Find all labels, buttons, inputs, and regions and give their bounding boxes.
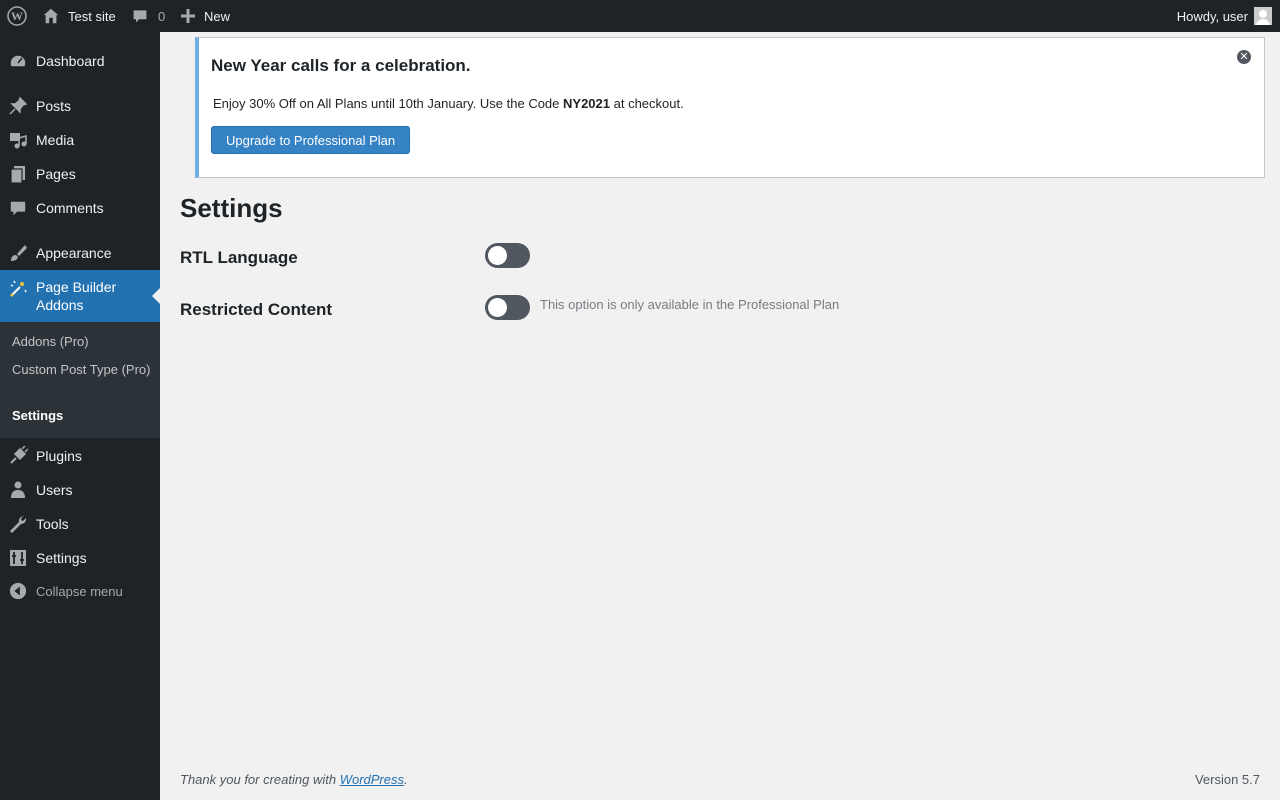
sidebar-item-comments[interactable]: Comments <box>0 191 160 225</box>
sidebar-item-label: Comments <box>36 200 104 216</box>
sidebar-item-label: Appearance <box>36 245 112 261</box>
sidebar-item-label: Users <box>36 482 73 498</box>
media-icon <box>8 130 28 150</box>
site-name-link[interactable]: Test site <box>42 0 116 32</box>
collapse-menu-button[interactable]: Collapse menu <box>0 574 160 608</box>
page-builder-submenu: Addons (Pro) Custom Post Type (Pro) Sett… <box>0 322 160 438</box>
svg-text:W: W <box>11 9 23 23</box>
comment-icon <box>8 198 28 218</box>
sidebar-item-plugins[interactable]: Plugins <box>0 439 160 473</box>
magic-wand-icon <box>8 278 28 298</box>
new-label: New <box>204 8 231 24</box>
wordpress-logo-icon[interactable]: W <box>0 0 34 32</box>
sidebar-item-label: Dashboard <box>36 53 105 69</box>
notice-text-after: at checkout. <box>610 96 684 111</box>
collapse-icon <box>8 581 28 601</box>
restricted-content-toggle[interactable] <box>485 295 530 320</box>
wrench-icon <box>8 514 28 534</box>
promo-code: NY2021 <box>563 96 610 111</box>
page-title: Settings <box>180 193 283 223</box>
footer-thanks: Thank you for creating with WordPress. <box>180 772 408 787</box>
sidebar-item-label: Posts <box>36 98 72 114</box>
notice-text: Enjoy 30% Off on All Plans until 10th Ja… <box>213 96 684 111</box>
comment-icon <box>132 8 148 24</box>
avatar <box>1254 7 1272 25</box>
pro-only-note: This option is only available in the Pro… <box>540 297 840 312</box>
sidebar-item-dashboard[interactable]: Dashboard <box>0 44 160 78</box>
notice-text-before: Enjoy 30% Off on All Plans until 10th Ja… <box>213 96 564 111</box>
sidebar-item-page-builder-addons[interactable]: Page Builder Addons <box>0 270 160 322</box>
notice-title: New Year calls for a celebration. <box>211 56 471 75</box>
sidebar-item-label: Pages <box>36 166 76 182</box>
rtl-language-toggle[interactable] <box>485 243 530 268</box>
brush-icon <box>8 243 28 263</box>
submenu-item-addons-pro[interactable]: Addons (Pro) <box>12 333 152 351</box>
plus-icon <box>181 9 195 23</box>
home-icon <box>42 7 60 25</box>
footer-thanks-suffix: . <box>404 772 408 787</box>
new-content-link[interactable]: New <box>181 0 230 32</box>
comments-count: 0 <box>158 8 166 24</box>
collapse-menu-label: Collapse menu <box>36 583 123 599</box>
submenu-item-settings[interactable]: Settings <box>12 407 152 425</box>
upgrade-button[interactable]: Upgrade to Professional Plan <box>211 126 411 154</box>
howdy-text: Howdy, user <box>1176 8 1248 24</box>
account-menu[interactable]: Howdy, user <box>1177 0 1272 32</box>
wordpress-link[interactable]: WordPress <box>340 772 404 787</box>
comments-link[interactable]: 0 <box>132 0 165 32</box>
settings-icon <box>8 548 28 568</box>
site-name: Test site <box>68 8 116 24</box>
footer-version: Version 5.7 <box>1194 772 1260 787</box>
sidebar-item-label: Settings <box>36 550 87 566</box>
pin-icon <box>8 96 28 116</box>
submenu-item-custom-post-type[interactable]: Custom Post Type (Pro) <box>12 361 152 379</box>
sidebar-item-label: Media <box>36 132 75 148</box>
sidebar-item-label: Plugins <box>36 448 82 464</box>
sidebar-item-media[interactable]: Media <box>0 123 160 157</box>
admin-sidebar: Dashboard Posts Media Pages Comments App… <box>0 32 160 800</box>
sidebar-item-tools[interactable]: Tools <box>0 507 160 541</box>
dismiss-notice-close-icon[interactable]: ✕ <box>1237 50 1251 64</box>
admin-bar: W Test site 0 New Howdy, user <box>0 0 1280 32</box>
sidebar-item-settings[interactable]: Settings <box>0 541 160 575</box>
sidebar-item-posts[interactable]: Posts <box>0 89 160 123</box>
promo-notice: New Year calls for a celebration. Enjoy … <box>195 37 1265 178</box>
sidebar-item-users[interactable]: Users <box>0 473 160 507</box>
sidebar-item-pages[interactable]: Pages <box>0 157 160 191</box>
sidebar-item-label: Tools <box>36 516 69 532</box>
footer-thanks-prefix: Thank you for creating with <box>180 772 340 787</box>
restricted-content-label: Restricted Content <box>180 300 333 319</box>
pages-icon <box>8 164 28 184</box>
plugin-icon <box>8 446 28 466</box>
sidebar-item-appearance[interactable]: Appearance <box>0 236 160 270</box>
sidebar-item-label: Page Builder Addons <box>36 279 117 313</box>
user-icon <box>8 480 28 500</box>
dashboard-icon <box>8 51 28 71</box>
rtl-language-label: RTL Language <box>180 248 298 267</box>
